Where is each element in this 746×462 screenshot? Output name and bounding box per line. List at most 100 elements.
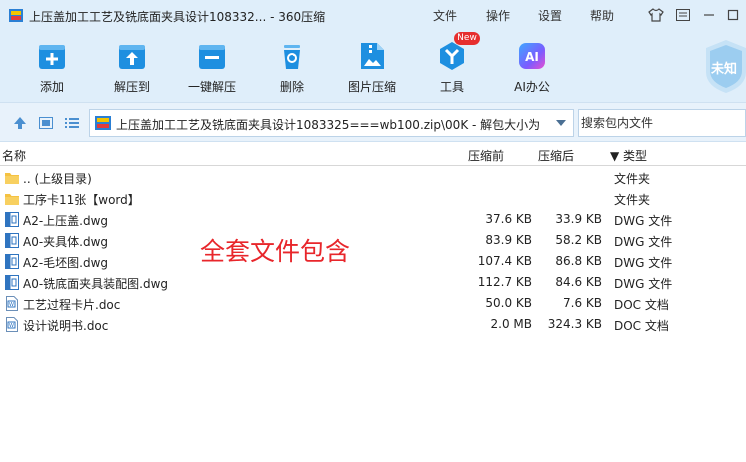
file-type: DWG 文件: [614, 277, 673, 291]
delete-label: 删除: [279, 80, 304, 94]
extract-to-label: 解压到: [113, 80, 150, 94]
file-name: 工序卡11张【word】: [23, 193, 140, 207]
overlay-caption: 全套文件包含: [200, 237, 351, 266]
dwg-file-icon: [5, 275, 19, 290]
folder-icon: [5, 173, 19, 184]
ai-office-label: AI办公: [514, 80, 550, 94]
svg-text:W: W: [9, 302, 14, 308]
unpacked-size: 84.6 KB: [555, 275, 602, 289]
menu-button[interactable]: [672, 5, 694, 25]
list-view-icon[interactable]: [64, 115, 80, 131]
tshirt-icon: [648, 8, 664, 22]
menu-file[interactable]: 文件: [433, 7, 457, 24]
file-type: 文件夹: [614, 172, 651, 186]
column-name[interactable]: 名称: [2, 147, 26, 164]
packed-size: 83.9 KB: [485, 233, 532, 247]
thumbnail-view-icon[interactable]: [38, 115, 54, 131]
maximize-icon: [727, 9, 739, 21]
delete-button[interactable]: 删除: [252, 36, 332, 98]
file-type: DOC 文档: [614, 319, 669, 333]
dropdown-chevron-icon[interactable]: [555, 118, 567, 128]
title-bar: 上压盖加工工艺及铣底面夹具设计108332... - 360压缩 文件 操作 设…: [0, 0, 746, 30]
ai-office-icon: AI: [519, 43, 545, 69]
archive-icon: [95, 116, 111, 130]
path-field[interactable]: 上压盖加工工艺及铣底面夹具设计1083325===wb100.zip\00K -…: [89, 109, 574, 137]
table-row[interactable]: .. (上级目录) 文件夹: [0, 167, 746, 188]
maximize-button[interactable]: [722, 5, 744, 25]
search-input[interactable]: [579, 110, 745, 136]
table-row[interactable]: A0-铣底面夹具装配图.dwg 112.7 KB 84.6 KB DWG 文件: [0, 272, 746, 293]
menu-operation[interactable]: 操作: [486, 7, 510, 24]
security-status-label: 未知: [711, 62, 738, 77]
image-compress-button[interactable]: 图片压缩: [332, 36, 412, 98]
top-area: 上压盖加工工艺及铣底面夹具设计108332... - 360压缩 文件 操作 设…: [0, 0, 746, 102]
add-button[interactable]: 添加: [12, 36, 92, 98]
minimize-button[interactable]: [698, 5, 720, 25]
one-click-extract-label: 一键解压: [187, 80, 236, 94]
window-title: 上压盖加工工艺及铣底面夹具设计108332... - 360压缩: [29, 10, 326, 24]
unpacked-size: 86.8 KB: [555, 254, 602, 268]
file-name: 设计说明书.doc: [23, 319, 109, 333]
column-packed-size[interactable]: 压缩前: [468, 147, 504, 164]
up-arrow-icon[interactable]: [12, 115, 28, 131]
unpacked-size: 33.9 KB: [555, 212, 602, 226]
dwg-file-icon: [5, 233, 19, 248]
unpacked-size: 324.3 KB: [547, 317, 602, 331]
packed-size: 2.0 MB: [490, 317, 532, 331]
ai-glyph: AI: [525, 50, 539, 64]
table-row[interactable]: A2-上压盖.dwg 37.6 KB 33.9 KB DWG 文件: [0, 209, 746, 230]
one-click-extract-button[interactable]: 一键解压: [172, 36, 252, 98]
minimize-icon: [704, 14, 714, 16]
column-type[interactable]: ▼ 类型: [610, 147, 647, 164]
dwg-file-icon: [5, 254, 19, 269]
table-row[interactable]: A2-毛坯图.dwg 107.4 KB 86.8 KB DWG 文件: [0, 251, 746, 272]
search-field[interactable]: [578, 109, 746, 137]
file-type: 文件夹: [614, 193, 651, 207]
add-label: 添加: [39, 80, 64, 94]
one-click-extract-icon: [199, 45, 225, 69]
packed-size: 37.6 KB: [485, 212, 532, 226]
menu-settings[interactable]: 设置: [538, 7, 562, 24]
packed-size: 107.4 KB: [477, 254, 532, 268]
extract-to-button[interactable]: 解压到: [92, 36, 172, 98]
image-compress-icon: [361, 43, 384, 69]
folder-icon: [5, 194, 19, 205]
column-unpacked-size[interactable]: 压缩后: [538, 147, 574, 164]
file-name: 工艺过程卡片.doc: [23, 298, 121, 312]
dwg-file-icon: [5, 212, 19, 227]
table-row[interactable]: 工序卡11张【word】 文件夹: [0, 188, 746, 209]
file-type: DWG 文件: [614, 214, 673, 228]
unpacked-size: 58.2 KB: [555, 233, 602, 247]
extract-to-icon: [119, 45, 145, 69]
skin-button[interactable]: [645, 5, 667, 25]
tools-icon: [440, 42, 464, 70]
file-name: A0-铣底面夹具装配图.dwg: [23, 277, 169, 291]
new-badge: New: [454, 32, 480, 45]
delete-icon: [284, 45, 300, 69]
list-header: 名称 压缩前 压缩后 ▼ 类型: [0, 143, 746, 166]
table-row[interactable]: A0-夹具体.dwg 83.9 KB 58.2 KB DWG 文件: [0, 230, 746, 251]
doc-file-icon: W: [6, 317, 18, 332]
tools-button[interactable]: 工具: [412, 36, 492, 98]
doc-file-icon: W: [6, 296, 18, 311]
address-bar-row: 上压盖加工工艺及铣底面夹具设计1083325===wb100.zip\00K -…: [0, 102, 746, 142]
file-type: DOC 文档: [614, 298, 669, 312]
table-row[interactable]: W 工艺过程卡片.doc 50.0 KB 7.6 KB DOC 文档: [0, 293, 746, 314]
file-list: 名称 压缩前 压缩后 ▼ 类型 .. (上级目录) 文件夹 工序卡11张【word】…: [0, 143, 746, 462]
hamburger-menu-icon: [676, 9, 690, 21]
path-text: 上压盖加工工艺及铣底面夹具设计1083325===wb100.zip\00K -…: [116, 118, 541, 132]
file-name: A2-毛坯图.dwg: [23, 256, 109, 270]
packed-size: 50.0 KB: [485, 296, 532, 310]
file-name: .. (上级目录): [23, 172, 92, 186]
file-type: DWG 文件: [614, 256, 673, 270]
add-icon: [39, 45, 65, 69]
tools-label: 工具: [439, 80, 464, 94]
table-row[interactable]: W 设计说明书.doc 2.0 MB 324.3 KB DOC 文档: [0, 314, 746, 335]
file-name: A2-上压盖.dwg: [23, 214, 109, 228]
menu-help[interactable]: 帮助: [590, 7, 614, 24]
file-name: A0-夹具体.dwg: [23, 235, 109, 249]
ai-office-button[interactable]: AI AI办公: [492, 36, 572, 98]
unpacked-size: 7.6 KB: [563, 296, 602, 310]
svg-text:W: W: [9, 323, 14, 329]
image-compress-label: 图片压缩: [347, 80, 396, 94]
